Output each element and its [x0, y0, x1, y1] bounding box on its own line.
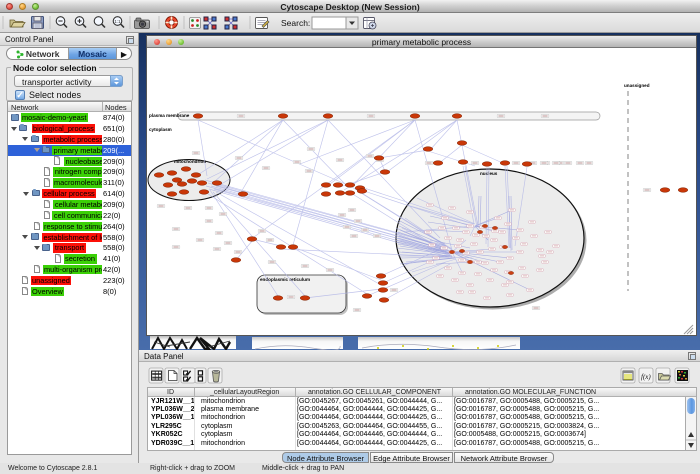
svg-text:plasma membrane: plasma membrane	[149, 113, 190, 118]
svg-text:f(x): f(x)	[641, 373, 651, 381]
svg-text:mitochondrion: mitochondrion	[174, 159, 206, 164]
svg-text:1:1: 1:1	[114, 19, 121, 24]
svg-text:Search:: Search:	[281, 18, 310, 28]
svg-text:unassigned: unassigned	[624, 83, 650, 88]
svg-text:cytoplasm: cytoplasm	[149, 127, 172, 132]
